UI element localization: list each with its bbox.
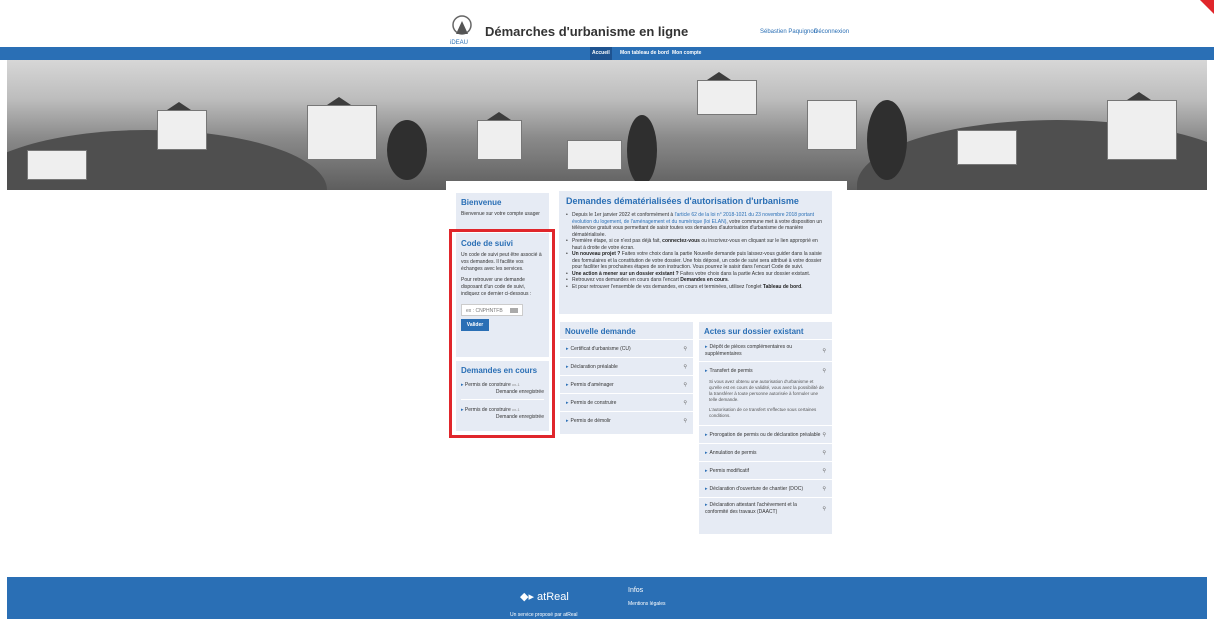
zoom-icon: ⚲: [683, 345, 687, 352]
triangle-right-icon: ▸: [705, 467, 708, 474]
town-banner-image: [7, 60, 1207, 190]
footer-service-text: Un service proposé par atReal: [510, 612, 578, 618]
existing-file-actions-title: Actes sur dossier existant: [704, 327, 804, 336]
info-title: Demandes dématérialisées d'autorisation …: [566, 196, 799, 206]
info-item: Première étape, si ce n'est pas déjà fai…: [566, 238, 825, 251]
existing-file-actions-card: Actes sur dossier existant ▸ Dépôt de piè…: [699, 322, 832, 534]
info-card: Demandes dématérialisées d'autorisation …: [559, 191, 832, 314]
info-item: Et pour retrouver l'ensemble de vos dema…: [566, 284, 825, 291]
page: iDEAU Démarches d'urbanisme en ligne Séb…: [0, 0, 1214, 619]
logo-text: iDEAU: [450, 40, 469, 46]
info-item: Un nouveau projet ? Faites votre choix d…: [566, 251, 825, 271]
footer-logo[interactable]: ◆▸ atReal: [520, 590, 569, 603]
triangle-right-icon: ▸: [566, 363, 569, 370]
zoom-icon: ⚲: [822, 505, 826, 512]
zoom-icon: ⚲: [822, 367, 826, 374]
triangle-right-icon: ▸: [705, 431, 708, 438]
zoom-icon: ⚲: [683, 399, 687, 406]
welcome-card: Bienvenue Bienvenue sur votre compte usa…: [456, 193, 549, 229]
logout-link[interactable]: Déconnexion: [814, 29, 849, 35]
new-request-pc[interactable]: ▸ Permis de construire ⚲: [560, 393, 693, 411]
zoom-icon: ⚲: [683, 363, 687, 370]
new-request-card: Nouvelle demande ▸ Certificat d'urbanisme…: [560, 322, 693, 434]
highlight-box: [449, 229, 555, 438]
welcome-title: Bienvenue: [461, 198, 502, 207]
zoom-icon: ⚲: [683, 381, 687, 388]
new-request-cu[interactable]: ▸ Certificat d'urbanisme (CU) ⚲: [560, 339, 693, 357]
new-request-dp[interactable]: ▸ Déclaration préalable ⚲: [560, 357, 693, 375]
new-request-pd[interactable]: ▸ Permis de démolir ⚲: [560, 411, 693, 429]
action-doc[interactable]: ▸ Déclaration d'ouverture de chantier (DO…: [699, 479, 832, 497]
action-extension[interactable]: ▸ Prorogation de permis ou de déclaration…: [699, 425, 832, 443]
info-list: Depuis le 1er janvier 2022 et conforméme…: [566, 212, 825, 290]
action-complementary-docs[interactable]: ▸ Dépôt de pièces complémentaires ou supp…: [699, 339, 832, 361]
info-item: Depuis le 1er janvier 2022 et conforméme…: [566, 212, 825, 238]
top-strip: [0, 0, 340, 8]
nav-home[interactable]: Accueil: [590, 47, 612, 60]
user-account-link[interactable]: Sébastien Paquignon: [760, 29, 817, 35]
welcome-text: Bienvenue sur votre compte usager: [461, 211, 540, 217]
triangle-right-icon: ▸: [566, 399, 569, 406]
logo-icon[interactable]: [452, 15, 472, 41]
triangle-right-icon: ▸: [705, 449, 708, 456]
triangle-right-icon: ▸: [566, 381, 569, 388]
new-request-title: Nouvelle demande: [565, 327, 636, 336]
triangle-right-icon: ▸: [566, 417, 569, 424]
new-request-pa[interactable]: ▸ Permis d'aménager ⚲: [560, 375, 693, 393]
nav-account[interactable]: Mon compte: [670, 50, 703, 56]
site-title: Démarches d'urbanisme en ligne: [485, 24, 689, 39]
zoom-icon: ⚲: [822, 347, 826, 354]
triangle-right-icon: ▸: [566, 345, 569, 352]
action-cancellation[interactable]: ▸ Annulation de permis ⚲: [699, 443, 832, 461]
nav-dashboard[interactable]: Mon tableau de bord: [618, 50, 671, 56]
triangle-right-icon: ▸: [705, 367, 708, 374]
header: iDEAU Démarches d'urbanisme en ligne Séb…: [0, 10, 1214, 46]
permit-transfer-conditions: L'autorisation de ce transfert s'effectu…: [709, 407, 817, 418]
footer-infos-title: Infos: [628, 587, 644, 594]
main-nav: Accueil Mon tableau de bord Mon compte: [0, 47, 1214, 60]
legal-notice-link[interactable]: Mentions légales: [628, 601, 666, 607]
zoom-icon: ⚲: [822, 449, 826, 456]
action-permit-transfer[interactable]: ▸ Transfert de permis ⚲: [699, 361, 832, 379]
triangle-right-icon: ▸: [705, 343, 708, 350]
zoom-icon: ⚲: [822, 467, 826, 474]
zoom-icon: ⚲: [683, 417, 687, 424]
action-amendment[interactable]: ▸ Permis modificatif ⚲: [699, 461, 832, 479]
zoom-icon: ⚲: [822, 431, 826, 438]
triangle-right-icon: ▸: [705, 485, 708, 492]
action-daact[interactable]: ▸ Déclaration attestant l'achèvement et l…: [699, 497, 832, 519]
zoom-icon: ⚲: [822, 485, 826, 492]
triangle-right-icon: ▸: [705, 501, 708, 508]
permit-transfer-desc: Si vous avez obtenu une autorisation d'u…: [709, 379, 824, 402]
footer: ◆▸ atReal Un service proposé par atReal …: [7, 577, 1207, 619]
